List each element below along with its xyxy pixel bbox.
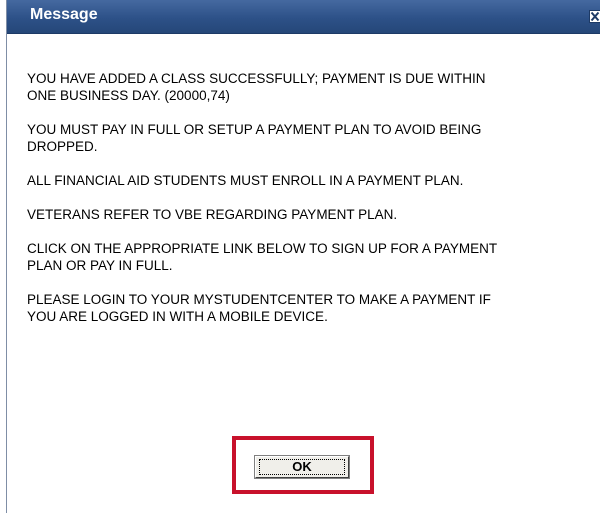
ok-button-label: OK xyxy=(259,459,345,475)
message-body: YOU HAVE ADDED A CLASS SUCCESSFULLY; PAY… xyxy=(27,70,587,342)
message-paragraph: YOU MUST PAY IN FULL OR SETUP A PAYMENT … xyxy=(27,122,482,154)
close-button[interactable] xyxy=(589,10,600,23)
message-paragraph: CLICK ON THE APPROPRIATE LINK BELOW TO S… xyxy=(27,241,498,273)
message-paragraph: VETERANS REFER TO VBE REGARDING PAYMENT … xyxy=(27,207,398,222)
message-paragraph: PLEASE LOGIN TO YOUR MYSTUDENTCENTER TO … xyxy=(27,292,491,324)
ok-button[interactable]: OK xyxy=(255,456,349,478)
message-paragraph: YOU HAVE ADDED A CLASS SUCCESSFULLY; PAY… xyxy=(27,71,486,103)
close-icon xyxy=(590,11,600,22)
dialog-title: Message xyxy=(30,6,98,23)
dialog-titlebar[interactable]: Message xyxy=(7,0,600,34)
message-paragraph: ALL FINANCIAL AID STUDENTS MUST ENROLL I… xyxy=(27,173,464,188)
